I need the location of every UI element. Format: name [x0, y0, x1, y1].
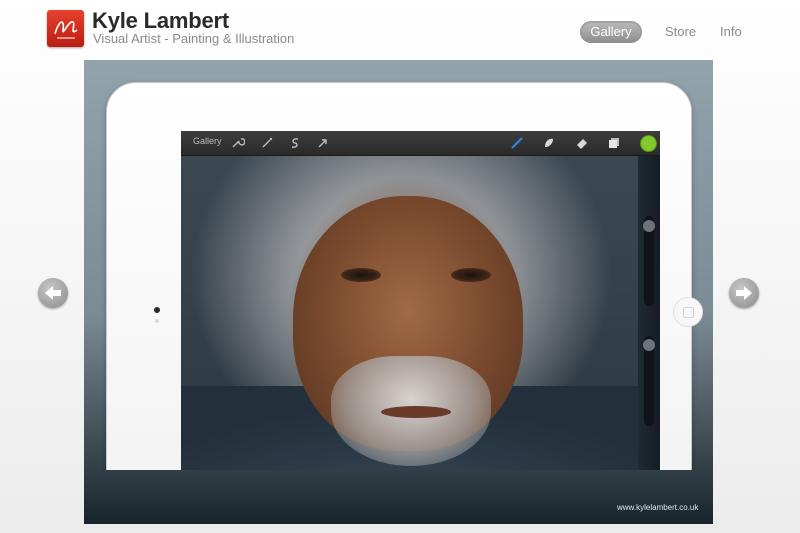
previous-arrow-button[interactable] — [38, 278, 68, 308]
next-arrow-button[interactable] — [729, 278, 759, 308]
nav-gallery[interactable]: Gallery — [580, 21, 642, 43]
home-button — [673, 297, 703, 327]
arrow-left-icon — [45, 286, 61, 300]
app-toolbar: Gallery — [181, 131, 660, 156]
nav-info[interactable]: Info — [720, 21, 742, 43]
portrait-mouth — [381, 406, 451, 418]
arrow-icon[interactable] — [315, 135, 331, 151]
nav-store[interactable]: Store — [665, 21, 696, 43]
logo[interactable] — [47, 10, 84, 47]
brush-side-panel — [638, 156, 660, 470]
ipad-screen: Gallery — [181, 131, 660, 470]
portrait-eye-right — [451, 268, 491, 282]
eraser-icon[interactable] — [574, 135, 590, 151]
portrait-eye-left — [341, 268, 381, 282]
ipad-clip: Gallery — [84, 60, 713, 470]
magic-wand-icon[interactable] — [259, 135, 275, 151]
wrench-icon[interactable] — [229, 135, 245, 151]
camera-dot — [154, 307, 160, 313]
arrow-right-icon — [736, 286, 752, 300]
smudge-icon[interactable] — [541, 135, 557, 151]
sensor-dot — [155, 319, 159, 323]
layers-icon[interactable] — [606, 135, 622, 151]
site-url-watermark: www.kylelambert.co.uk — [617, 503, 699, 512]
portrait-painting — [181, 156, 638, 470]
color-swatch-button[interactable] — [640, 135, 657, 152]
s-curve-icon[interactable] — [287, 135, 303, 151]
brush-opacity-knob[interactable] — [643, 339, 655, 351]
brush-icon[interactable] — [509, 135, 525, 151]
signature-logo-icon — [54, 21, 78, 39]
app-gallery-button[interactable]: Gallery — [193, 136, 222, 146]
ipad-frame: Gallery — [106, 82, 703, 470]
site-subtitle: Visual Artist - Painting & Illustration — [93, 31, 295, 46]
brush-size-knob[interactable] — [643, 220, 655, 232]
gallery-stage: Gallery www.kylelambert.co.uk — [84, 60, 713, 524]
